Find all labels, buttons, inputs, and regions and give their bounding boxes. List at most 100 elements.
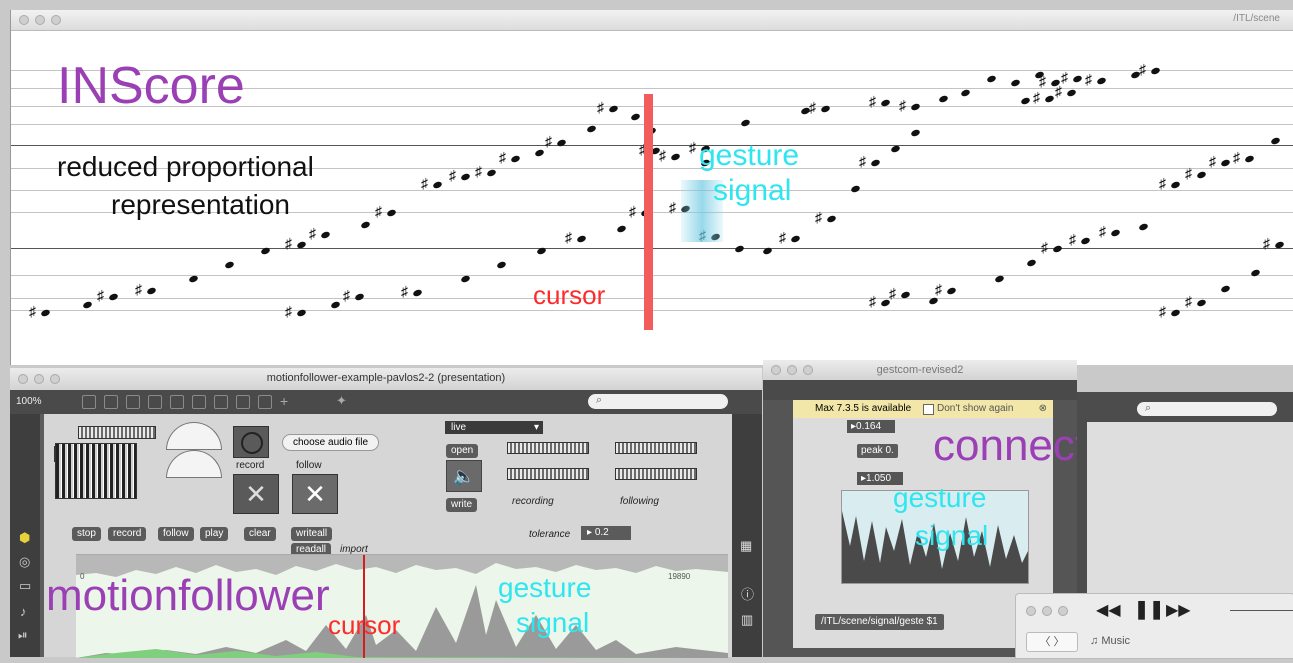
write-button[interactable]: write [446,498,478,512]
note-head [386,208,397,218]
zoom-window-icon[interactable] [1058,606,1068,616]
itl-message-box[interactable]: /ITL/scene/signal/geste $1 [815,614,944,630]
scene-path: /ITL/scene [1233,13,1280,24]
note-head [910,128,921,138]
sharp-sign: ♯ [1085,71,1092,87]
note-head [986,74,997,84]
message-icon[interactable] [170,395,184,409]
volume-slider[interactable] [1230,610,1293,611]
pause-icon[interactable]: ❚❚ [1134,599,1164,620]
presentation-icon[interactable] [104,395,118,409]
panels-icon[interactable]: ▥ [741,612,753,628]
music-note-icon[interactable]: ♪ [20,604,27,619]
sharp-sign: ♯ [1061,69,1068,85]
note-head [586,124,597,134]
comment-icon[interactable] [126,395,140,409]
sharp-sign: ♯ [1041,239,1048,255]
mode-select[interactable]: live ▾ [445,421,543,434]
cube-icon[interactable]: ⬢ [19,530,30,546]
target-icon[interactable]: ◎ [19,554,30,570]
follow-button[interactable]: follow [158,527,194,541]
record-toggle-box[interactable]: ✕ [233,474,279,514]
zoom-level[interactable]: 100% [16,396,42,407]
clear-button[interactable]: clear [244,527,276,541]
note-head [1066,88,1077,98]
sharp-sign: ♯ [499,149,506,165]
toggle-object-icon[interactable] [214,395,228,409]
dont-show-checkbox[interactable] [923,404,934,415]
recording-label: recording [512,496,554,507]
sharp-sign: ♯ [1159,175,1166,191]
writeall-button[interactable]: writeall [291,527,333,541]
window-title: motionfollower-example-pavlos2-2 (presen… [266,372,506,384]
note-head [670,152,681,162]
rewind-icon[interactable]: ◀◀ [1096,600,1121,620]
fast-forward-icon[interactable]: ▶▶ [1166,600,1191,620]
sharp-sign: ♯ [449,167,456,183]
overlay-gesture: gesture [498,572,592,603]
music-note-icon: ♫ [1090,635,1099,647]
back-forward-buttons[interactable]: 〈 〉 [1026,632,1078,652]
info-icon[interactable]: ⓘ [741,584,754,603]
record-button[interactable]: record [108,527,147,541]
snap-icon[interactable]: ✦ [336,394,348,407]
note-head [790,234,801,244]
note-head [330,300,341,310]
step-icon[interactable]: ⏯ [18,628,28,643]
play-button[interactable]: play [200,527,229,541]
note-head [734,244,745,254]
right-sidebar: ▦ ⓘ ▥ [732,414,762,657]
sharp-sign: ♯ [97,287,104,303]
note-head [82,300,93,310]
update-banner: Max 7.3.5 is available Don't show again … [793,400,1053,418]
overlay-cursor: cursor [328,610,401,640]
inscore-title: INScore [57,57,245,115]
close-window-icon[interactable] [19,15,29,25]
note-head [1072,74,1083,84]
follow-toggle-box[interactable]: ✕ [292,474,338,514]
open-button[interactable]: open [446,444,479,458]
object-icon[interactable] [148,395,162,409]
sharp-sign: ♯ [309,225,316,241]
library-select[interactable]: ♫ Music [1090,632,1130,650]
sharp-sign: ♯ [659,147,666,163]
minimize-window-icon[interactable] [35,15,45,25]
tolerance-number-box[interactable]: ▸ 0.2 [581,526,631,540]
score-cursor[interactable] [644,94,653,330]
grid-icon[interactable]: ▦ [740,538,752,554]
note-head [1220,158,1231,168]
zoom-window-icon[interactable] [51,15,61,25]
close-window-icon[interactable] [1026,606,1036,616]
music-player-window: ◀◀ ❚❚ ▶▶ 〈 〉 ♫ Music [1015,593,1293,659]
button-object-icon[interactable] [192,395,206,409]
stop-button[interactable]: stop [72,527,101,541]
gestcom-titlebar: gestcom-revised2 [763,360,1077,380]
list-icon[interactable]: ▭ [19,578,31,594]
choose-audio-file-button[interactable]: choose audio file [282,434,380,451]
note-head [1196,170,1207,180]
lock-icon[interactable] [82,395,96,409]
speaker-icon[interactable]: 🔈 [446,460,482,492]
number-box-top[interactable]: ▸0.164 [847,420,895,433]
search-input[interactable]: ⌕ [1137,402,1277,416]
gestcom-toolbar [763,380,1077,400]
search-input[interactable]: ⌕ [588,394,728,409]
dial-object-icon[interactable] [258,395,272,409]
minimize-window-icon[interactable] [1042,606,1052,616]
tolerance-label: tolerance [529,529,571,540]
slider-object-icon[interactable] [236,395,250,409]
patcher-toolbar: 100% + ✦ ⌕ [10,390,762,414]
close-banner-icon[interactable]: ⊗ [1039,400,1047,418]
add-icon[interactable]: + [280,394,292,408]
background-window: ⌕ [1077,392,1293,602]
annotation-reduced: reduced proportional [57,151,314,182]
peak-message[interactable]: peak 0. [857,444,898,458]
note-head [630,112,641,122]
note-head [1138,222,1149,232]
note-head [1044,94,1055,104]
note-head [576,234,587,244]
note-head [1196,298,1207,308]
note-head [1020,96,1031,106]
record-toggle[interactable] [233,426,269,458]
sharp-sign: ♯ [1099,223,1106,239]
